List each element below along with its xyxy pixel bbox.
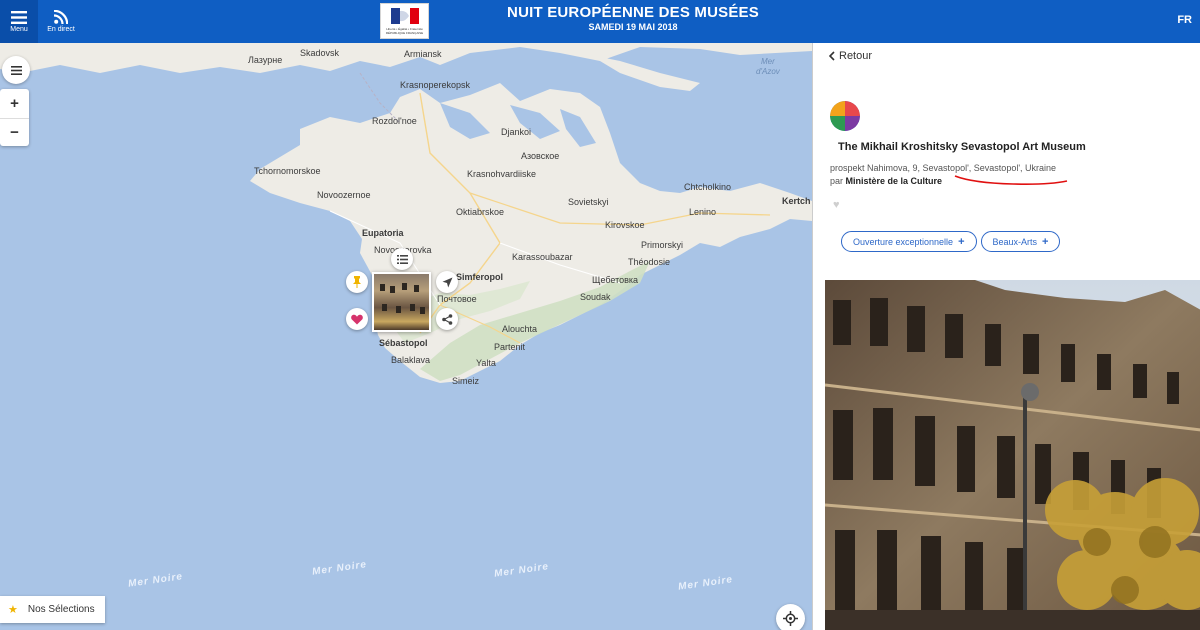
plus-icon: + [1042,235,1049,248]
menu-button[interactable]: Menu [0,0,38,43]
map-label: Chtcholkino [684,182,732,192]
photo-detail [382,304,387,311]
photo-detail [420,307,425,314]
museum-name: The Mikhail Kroshitsky Sevastopol Art Mu… [838,141,1086,153]
museum-detail-panel: Retour The Mikhail Kroshitsky Sevastopol… [812,43,1200,630]
directions-button[interactable] [436,271,458,293]
crimea-landmass [0,43,812,383]
list-icon [10,65,22,75]
photo-detail [396,306,401,313]
tag-beaux-arts[interactable]: Beaux-Arts + [980,231,1061,252]
category-tags: Ouverture exceptionnelle + Beaux-Arts + [841,231,1061,252]
layers-button[interactable] [2,56,30,84]
crosshair-icon [783,611,798,626]
back-button[interactable]: Retour [829,50,872,62]
map-label: Rozdol'noe [372,116,417,126]
map-view[interactable]: Лазурне Skadovsk Armiansk Krasnoperekops… [0,43,812,630]
favorite-button[interactable] [346,308,368,330]
map-label: Лазурне [248,55,283,65]
map-label: Sébastopol [379,338,428,348]
map-label: Primorskyi [641,240,683,250]
map-label: Sovietskyi [568,197,609,207]
event-date: SAMEDI 19 MAI 2018 [588,22,678,32]
share-button[interactable] [436,308,458,330]
locate-me-button[interactable] [776,604,805,630]
back-label: Retour [839,50,873,62]
selections-button[interactable]: ★ Nos Sélections [0,596,105,623]
map-label: Simeiz [452,376,480,386]
map-label: Partenit [494,342,526,352]
photo-detail [402,283,407,290]
tag-label: Ouverture exceptionnelle [853,236,954,247]
live-button[interactable]: En direct [42,0,80,43]
republique-francaise-logo[interactable]: Liberté • Égalité • Fraternité RÉPUBLIQU… [380,3,429,39]
map-label: Lenino [689,207,717,217]
map-label: Почтовое [437,294,477,304]
hamburger-icon [11,10,27,24]
pin-button[interactable] [346,271,368,293]
top-header: Menu En direct Liberté • Égalité • Frate… [0,0,1200,43]
map-label: Soudak [580,292,611,302]
map-label: Krasnoperekopsk [400,80,471,90]
site-title: NUIT EUROPÉENNE DES MUSÉES SAMEDI 19 MAI… [483,4,783,32]
museum-address: prospekt Nahimova, 9, Sevastopol', Sevas… [830,163,1057,173]
map-label: Alouchta [502,324,538,334]
photo-detail [414,285,419,292]
rss-icon [54,10,68,24]
plus-icon: + [958,235,965,248]
azov-label-line: d'Azov [756,67,780,76]
zoom-control: + − [0,89,29,146]
map-label: Théodosie [628,257,671,267]
selections-label: Nos Sélections [27,604,95,615]
photo-detail [380,284,385,291]
logo-text: Liberté • Égalité • Fraternité RÉPUBLIQU… [385,27,424,35]
organizer-name[interactable]: Ministère de la Culture [846,176,943,186]
details-list-icon [396,254,408,264]
map-label: Simferopol [456,272,504,282]
details-button[interactable] [391,248,413,270]
menu-label: Menu [10,25,28,33]
red-annotation-stroke [954,175,1068,185]
map-label: Щебетовка [592,275,639,285]
map-label: Eupatoria [362,228,404,238]
navigation-arrow-icon [442,277,452,287]
tag-ouverture-exceptionnelle[interactable]: Ouverture exceptionnelle + [841,231,977,252]
language-selector[interactable]: FR [1177,14,1192,26]
map-label: Skadovsk [300,48,340,58]
chevron-left-icon [829,51,835,61]
photo-detail [390,286,395,293]
map-label: Karassoubazar [512,252,573,262]
map-label: Balaklava [391,355,431,365]
organizer-prefix: par [830,176,844,186]
azov-label-line: Mer [760,57,775,66]
map-label: Tchornomorskoe [254,166,321,176]
photo-detail [410,304,415,311]
map-label: Yalta [476,358,496,368]
map-label: Krasnohvardiiske [467,169,537,179]
museum-photo[interactable] [825,280,1200,630]
zoom-out-button[interactable]: − [0,117,29,146]
favorite-heart-icon[interactable]: ♥ [833,199,840,211]
map-label: Djankoi [501,127,532,137]
organizer-line: par Ministère de la Culture [830,176,942,186]
sea-of-azov-label: Mer d'Azov [756,57,780,77]
live-label: En direct [47,26,75,33]
marianne-flag-icon [391,8,419,24]
tag-label: Beaux-Arts [992,236,1038,247]
map-label: Armiansk [404,49,442,59]
star-icon: ★ [8,604,18,616]
heart-icon [351,314,363,324]
map-label: Oktiabrskoe [456,207,505,217]
organization-logo [830,101,860,131]
map-label: Kirovskoe [605,220,645,230]
zoom-in-button[interactable]: + [0,90,29,118]
share-icon [441,313,452,325]
event-title: NUIT EUROPÉENNE DES MUSÉES [507,4,759,21]
museum-marker-photo[interactable] [372,272,431,332]
map-label: Novoozernoe [317,190,371,200]
map-label: Азовское [521,151,560,161]
map-label: Kertch [782,196,811,206]
pushpin-icon [353,276,361,288]
